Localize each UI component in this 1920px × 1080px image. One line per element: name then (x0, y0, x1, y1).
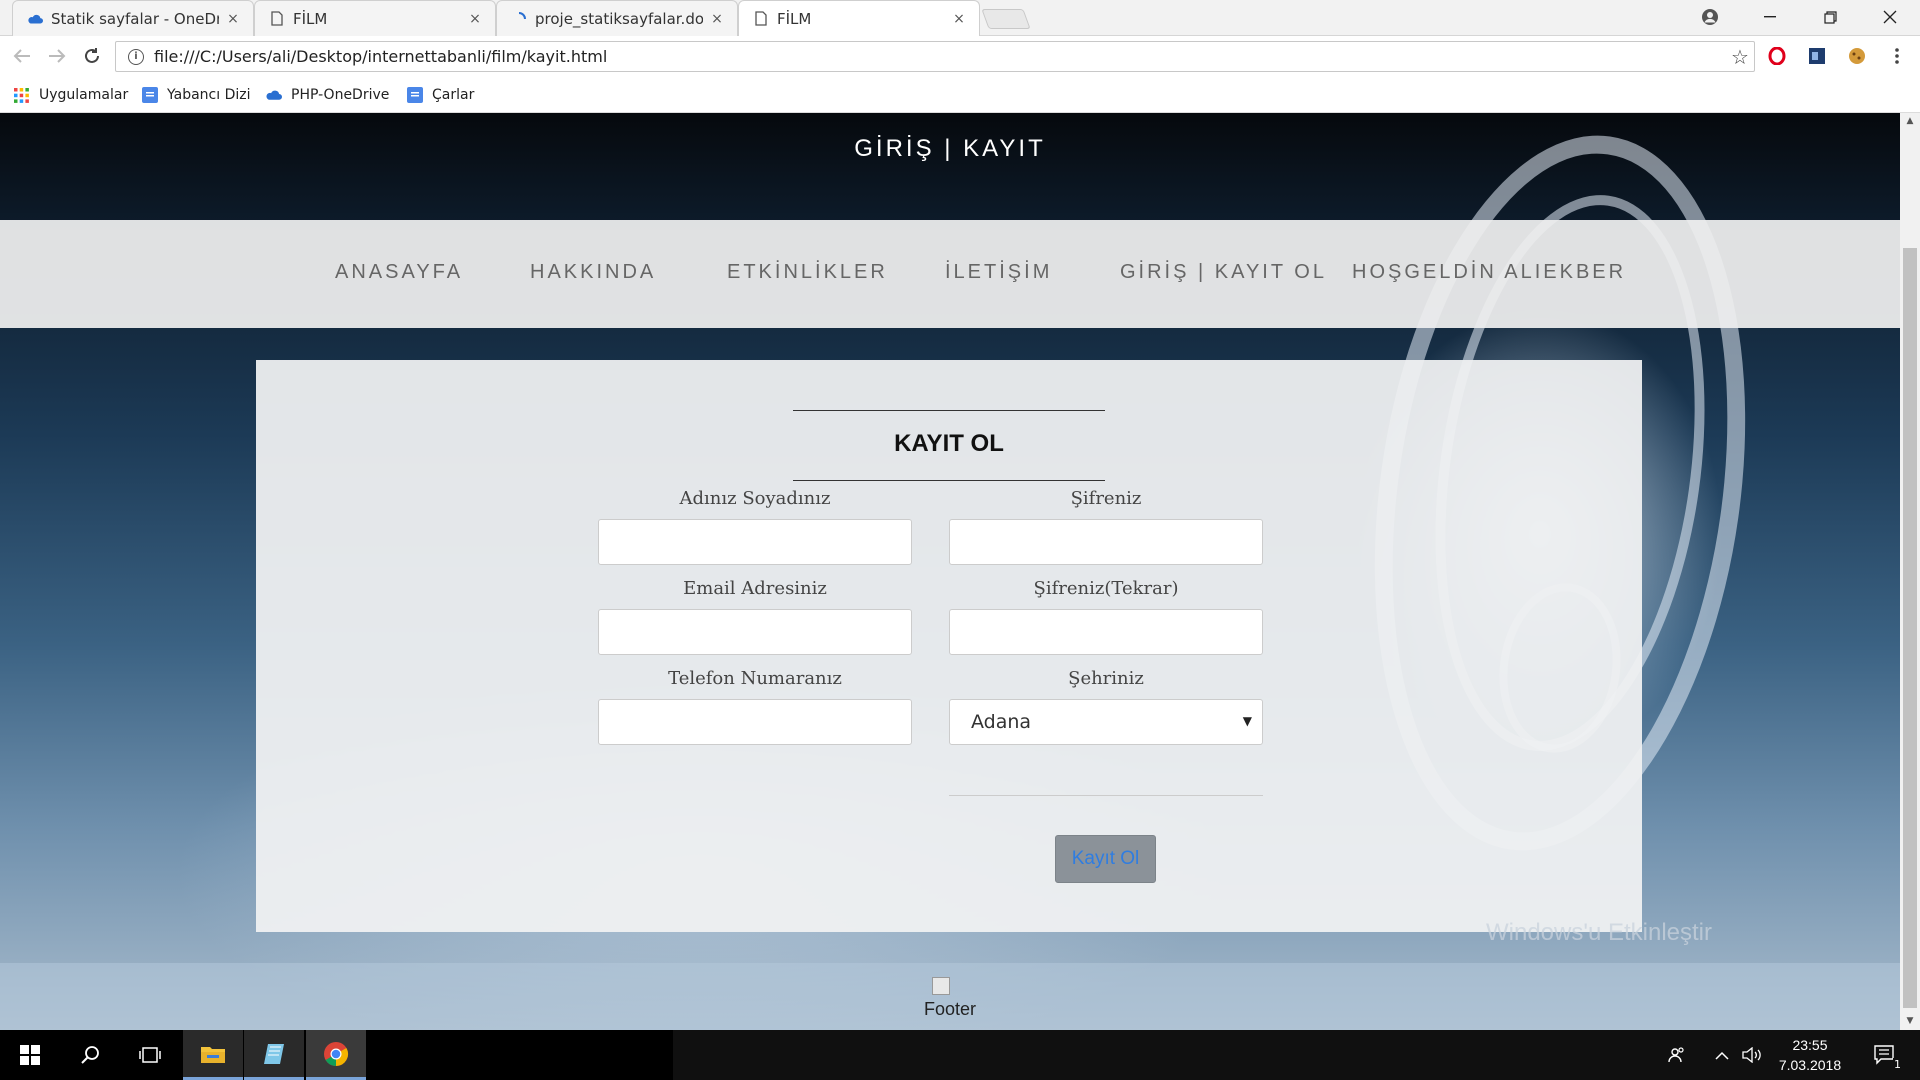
bookmark-label: Yabancı Dizi (167, 87, 251, 103)
close-icon[interactable]: × (709, 11, 725, 27)
close-window-icon[interactable] (1860, 0, 1920, 34)
windows-taskbar: 23:55 7.03.2018 1 (0, 1030, 1920, 1080)
show-hidden-icons-icon[interactable] (1710, 1030, 1734, 1080)
phone-label: Telefon Numaranız (668, 668, 842, 689)
nav-hakkinda[interactable]: HAKKINDA (530, 261, 656, 284)
menu-kebab-icon[interactable] (1887, 46, 1907, 66)
nav-iletisim[interactable]: İLETİŞİM (945, 261, 1052, 284)
register-form-card: KAYIT OL Adınız Soyadınız Şifreniz Email… (256, 360, 1642, 932)
onedrive-icon (265, 87, 282, 104)
city-select[interactable]: Adana ▼ (949, 699, 1263, 745)
city-label: Şehriniz (1068, 668, 1144, 689)
bookmark-apps[interactable]: Uygulamalar (13, 85, 128, 105)
tab-label: FİLM (293, 9, 328, 28)
doc-icon (406, 87, 423, 104)
tab-docx[interactable]: proje_statiksayfalar.docx × (496, 0, 738, 36)
minimize-icon[interactable] (1740, 0, 1800, 34)
bookmark-php-onedrive[interactable]: PHP-OneDrive (265, 85, 389, 105)
nav-etkinlikler[interactable]: ETKİNLİKLER (727, 261, 888, 284)
restore-icon[interactable] (1800, 0, 1860, 34)
tab-onedrive[interactable]: Statik sayfalar - OneDrive × (12, 0, 254, 36)
onedrive-icon (27, 11, 43, 27)
loading-icon (511, 11, 527, 27)
profile-icon[interactable] (1680, 0, 1740, 34)
close-icon[interactable]: × (225, 11, 241, 27)
apps-grid-icon (13, 87, 30, 104)
bookmark-carlar[interactable]: Çarlar (406, 85, 474, 105)
tab-label: FİLM (777, 9, 812, 28)
file-explorer-icon[interactable] (183, 1030, 243, 1080)
phone-field[interactable] (598, 699, 912, 745)
bookmark-yabanci-dizi[interactable]: Yabancı Dizi (141, 85, 251, 105)
broken-image-icon (932, 977, 950, 995)
footer-alt-text: Footer (923, 999, 977, 1019)
footer: Footer (0, 963, 1900, 1030)
caret-down-icon: ▼ (1242, 714, 1252, 728)
main-nav: ANASAYFA HAKKINDA ETKİNLİKLER İLETİŞİM G… (0, 220, 1900, 328)
bookmark-label: PHP-OneDrive (291, 87, 390, 103)
bookmark-label: Uygulamalar (39, 87, 129, 103)
browser-tab-strip: Statik sayfalar - OneDrive × FİLM × proj… (0, 0, 1920, 36)
password-label: Şifreniz (1070, 488, 1142, 509)
form-title: KAYIT OL (894, 430, 1004, 457)
system-clock[interactable]: 23:55 7.03.2018 (1770, 1035, 1850, 1075)
action-center-icon[interactable]: 1 (1862, 1030, 1908, 1080)
tab-film[interactable]: FİLM × (254, 0, 496, 36)
tab-label: proje_statiksayfalar.docx (535, 9, 703, 28)
windows-activation-watermark: Windows'u Etkinleştir (1486, 919, 1712, 946)
clock-date: 7.03.2018 (1778, 1057, 1842, 1073)
password-repeat-label: Şifreniz(Tekrar) (1033, 578, 1179, 599)
people-icon[interactable] (1662, 1030, 1692, 1080)
title-divider (793, 410, 1105, 411)
title-divider (793, 480, 1105, 481)
chrome-icon[interactable] (306, 1030, 366, 1080)
name-field[interactable] (598, 519, 912, 565)
clock-time: 23:55 (1792, 1037, 1828, 1053)
browser-toolbar: i file:///C:/Users/ali/Desktop/internett… (0, 36, 1920, 77)
opera-icon[interactable] (1767, 46, 1787, 66)
search-icon[interactable] (60, 1030, 120, 1080)
extension-icon[interactable] (1807, 46, 1827, 66)
tab-film-active[interactable]: FİLM × (738, 0, 980, 36)
tab-label: Statik sayfalar - OneDrive (51, 9, 219, 28)
nav-giris-kayit[interactable]: GİRİŞ | KAYIT OL (1120, 261, 1327, 284)
city-select-value: Adana (971, 711, 1032, 733)
site-title: GİRİŞ | KAYIT (854, 135, 1046, 162)
nav-hosgeldin[interactable]: HOŞGELDİN ALIEKBER (1352, 261, 1626, 284)
windows-start-icon[interactable] (0, 1030, 60, 1080)
register-button[interactable]: Kayıt Ol (1055, 835, 1156, 883)
close-icon[interactable]: × (467, 11, 483, 27)
page-scrollbar[interactable]: ▲ ▼ (1900, 113, 1920, 1030)
notification-count: 1 (1893, 1058, 1902, 1071)
notepad-app-icon[interactable] (244, 1030, 304, 1080)
bookmarks-bar: Uygulamalar Yabancı Dizi PHP-OneDrive Ça… (0, 77, 1920, 113)
name-label: Adınız Soyadınız (679, 488, 831, 509)
form-separator (949, 795, 1263, 796)
password-field[interactable] (949, 519, 1263, 565)
doc-icon (141, 87, 158, 104)
info-icon[interactable]: i (128, 48, 144, 65)
email-label: Email Adresiniz (683, 578, 827, 599)
scroll-up-icon[interactable]: ▲ (1900, 113, 1920, 130)
bookmark-label: Çarlar (432, 87, 475, 103)
cookie-icon[interactable] (1847, 46, 1867, 66)
nav-anasayfa[interactable]: ANASAYFA (335, 261, 463, 284)
volume-icon[interactable] (1738, 1030, 1768, 1080)
email-field[interactable] (598, 609, 912, 655)
scrollbar-thumb[interactable] (1903, 248, 1917, 1008)
password-repeat-field[interactable] (949, 609, 1263, 655)
task-view-icon[interactable] (120, 1030, 180, 1080)
scroll-down-icon[interactable]: ▼ (1900, 1013, 1920, 1030)
back-icon[interactable] (10, 44, 34, 68)
page-icon (753, 11, 769, 27)
bookmark-star-icon[interactable]: ☆ (1726, 45, 1754, 69)
url-text[interactable]: file:///C:/Users/ali/Desktop/internettab… (154, 47, 1726, 66)
page-viewport: GİRİŞ | KAYIT ANASAYFA HAKKINDA ETKİNLİK… (0, 113, 1900, 1030)
reload-icon[interactable] (80, 44, 104, 68)
close-icon[interactable]: × (951, 11, 967, 27)
address-bar[interactable]: i file:///C:/Users/ali/Desktop/internett… (115, 41, 1755, 72)
new-tab-button[interactable] (981, 9, 1031, 29)
forward-icon[interactable] (45, 44, 69, 68)
page-icon (269, 11, 285, 27)
